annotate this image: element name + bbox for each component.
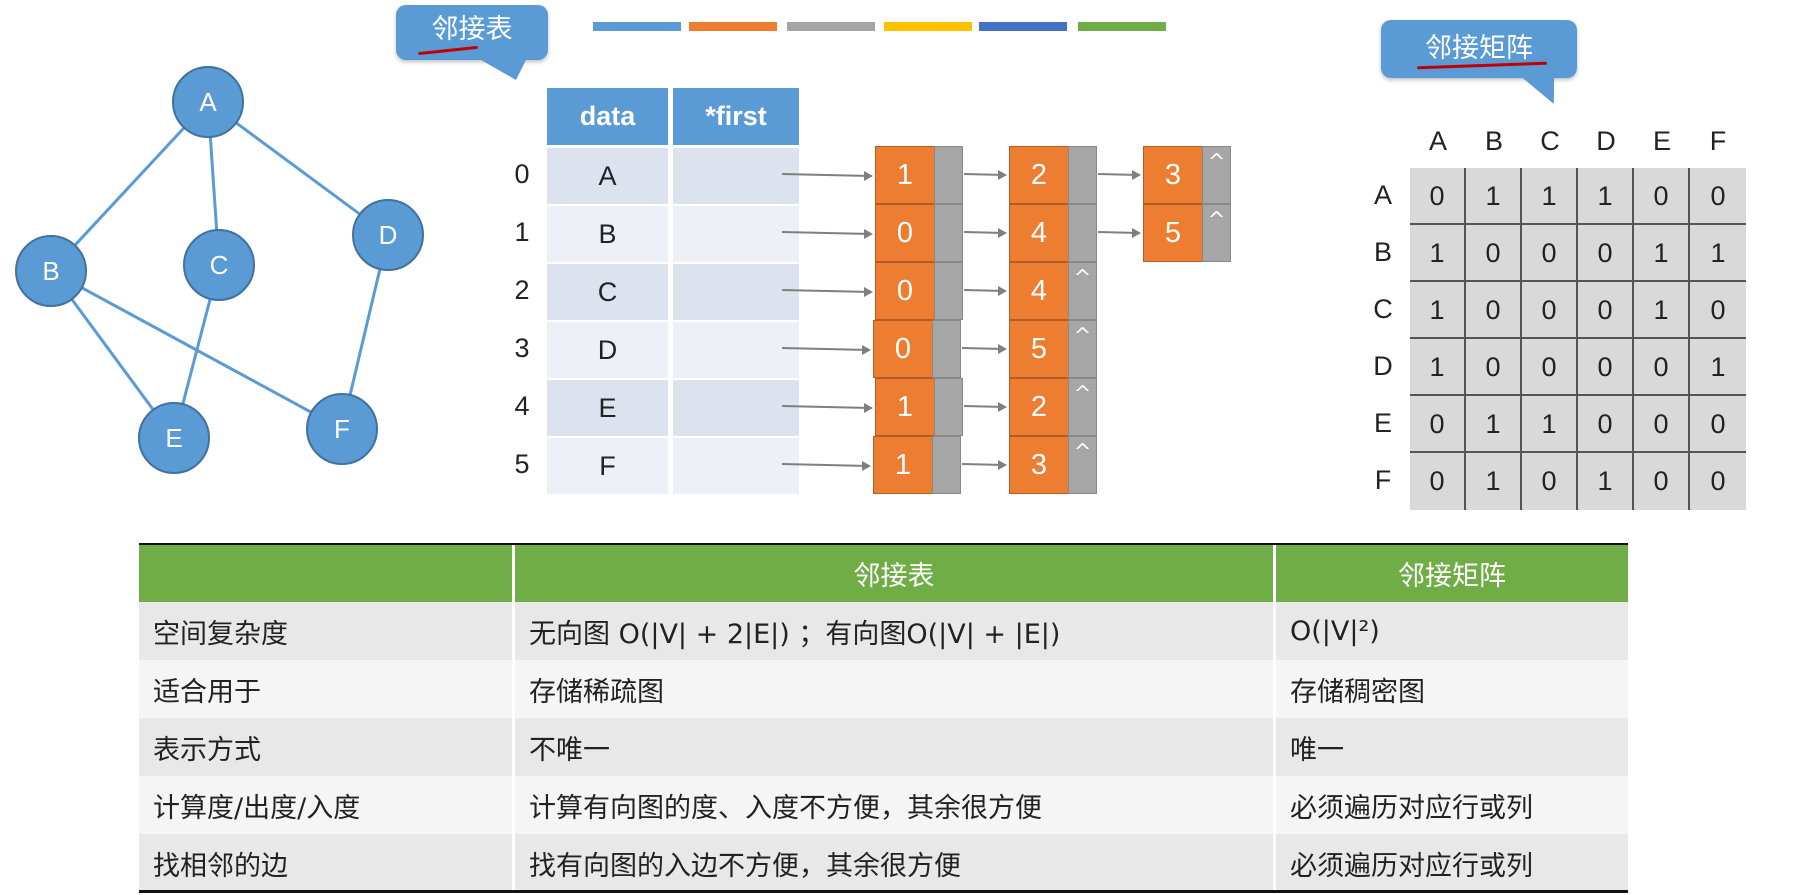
matrix-cell: 0 — [1578, 282, 1634, 339]
pointer-arrow-line — [781, 231, 872, 235]
pointer-arrow-head — [998, 460, 1007, 470]
matrix-column-label: B — [1484, 126, 1503, 156]
pointer-arrow-line — [781, 347, 870, 351]
pointer-arrow-head — [998, 170, 1007, 180]
matrix-column-label: F — [1709, 126, 1727, 156]
matrix-column-label: E — [1652, 126, 1671, 156]
pointer-arrow-head — [998, 344, 1007, 354]
pointer-arrow-head — [862, 461, 871, 471]
pointer-arrow-line — [781, 463, 870, 467]
matrix-cell: 1 — [1466, 396, 1522, 453]
row-label: 计算度/出度/入度 — [139, 776, 515, 834]
adj-list-cell: 无向图 O(|V| + 2|E|) ；有向图O(|V| + |E|) — [513, 602, 1276, 660]
matrix-cell: 0 — [1522, 453, 1578, 510]
pointer-arrow-head — [864, 229, 873, 239]
row-label: 适合用于 — [139, 660, 515, 718]
matrix-cell: 0 — [1410, 396, 1466, 453]
matrix-column-label: A — [1428, 126, 1447, 156]
pointer-arrow-head — [862, 345, 871, 355]
pointer-arrow-head — [864, 171, 873, 181]
matrix-column-label: D — [1596, 126, 1616, 156]
matrix-cell: 0 — [1690, 396, 1746, 453]
matrix-row-label: A — [1373, 180, 1392, 210]
pointer-arrow-line — [781, 173, 872, 177]
matrix-row-label: F — [1374, 465, 1392, 495]
matrix-cell: 1 — [1634, 282, 1690, 339]
matrix-cell: 0 — [1634, 168, 1690, 225]
matrix-cell: 0 — [1690, 453, 1746, 510]
matrix-row-label: E — [1373, 408, 1392, 438]
matrix-row-label: C — [1373, 294, 1393, 324]
pointer-arrow-line — [781, 405, 872, 409]
matrix-cell: 1 — [1690, 339, 1746, 396]
row-label: 找相邻的边 — [139, 834, 515, 892]
matrix-cell: 0 — [1690, 282, 1746, 339]
matrix-row-label: B — [1373, 237, 1392, 267]
matrix-cell: 0 — [1410, 453, 1466, 510]
adj-list-cell: 计算有向图的度、入度不方便，其余很方便 — [513, 776, 1276, 834]
comparison-header-row: 邻接表 邻接矩阵 — [139, 545, 1631, 602]
table-row: 表示方式 不唯一 唯一 — [139, 718, 1631, 776]
matrix-cell: 0 — [1578, 225, 1634, 282]
adj-matrix-cell: 必须遍历对应行或列 — [1274, 834, 1631, 892]
comparison-header-adj-matrix: 邻接矩阵 — [1274, 545, 1631, 602]
adj-list-cell: 找有向图的入边不方便，其余很方便 — [513, 834, 1276, 892]
adj-list-cell: 不唯一 — [513, 718, 1276, 776]
matrix-cell: 0 — [1522, 225, 1578, 282]
pointer-arrow-head — [1132, 170, 1141, 180]
adj-matrix-cell: 存储稠密图 — [1274, 660, 1631, 718]
adj-matrix-cell: O(|V|²) — [1274, 602, 1631, 660]
matrix-cell: 1 — [1578, 453, 1634, 510]
matrix-cell: 0 — [1522, 339, 1578, 396]
matrix-cell: 0 — [1634, 453, 1690, 510]
matrix-cell: 1 — [1578, 168, 1634, 225]
matrix-cell: 0 — [1466, 339, 1522, 396]
comparison-header-adj-list: 邻接表 — [513, 545, 1276, 602]
matrix-row-label: D — [1373, 351, 1393, 381]
matrix-cell: 0 — [1466, 282, 1522, 339]
table-row: 计算度/出度/入度 计算有向图的度、入度不方便，其余很方便 必须遍历对应行或列 — [139, 776, 1631, 834]
pointer-arrow-head — [1132, 228, 1141, 238]
table-bottom-rule — [139, 890, 1628, 893]
adj-list-cell: 存储稀疏图 — [513, 660, 1276, 718]
matrix-cell: 1 — [1410, 339, 1466, 396]
matrix-cell: 1 — [1410, 225, 1466, 282]
comparison-header-empty — [139, 545, 515, 602]
comparison-table: 邻接表 邻接矩阵 空间复杂度 无向图 O(|V| + 2|E|) ；有向图O(|… — [139, 545, 1631, 892]
matrix-cell: 1 — [1522, 168, 1578, 225]
pointer-arrow-head — [998, 286, 1007, 296]
matrix-cell: 1 — [1522, 396, 1578, 453]
pointer-arrow-line — [781, 289, 872, 293]
row-label: 空间复杂度 — [139, 602, 515, 660]
adj-matrix-cell: 唯一 — [1274, 718, 1631, 776]
pointer-arrow-head — [864, 287, 873, 297]
matrix-cell: 0 — [1522, 282, 1578, 339]
adj-matrix-cell: 必须遍历对应行或列 — [1274, 776, 1631, 834]
matrix-cell: 1 — [1466, 168, 1522, 225]
row-label: 表示方式 — [139, 718, 515, 776]
table-row: 适合用于 存储稀疏图 存储稠密图 — [139, 660, 1631, 718]
matrix-column-label: C — [1540, 126, 1560, 156]
matrix-cell: 0 — [1578, 396, 1634, 453]
matrix-cell: 0 — [1690, 168, 1746, 225]
matrix-cell: 0 — [1466, 225, 1522, 282]
matrix-cell: 0 — [1410, 168, 1466, 225]
matrix-cell: 1 — [1690, 225, 1746, 282]
table-row: 找相邻的边 找有向图的入边不方便，其余很方便 必须遍历对应行或列 — [139, 834, 1631, 892]
pointer-arrow-head — [998, 402, 1007, 412]
pointer-arrow-head — [864, 403, 873, 413]
table-row: 空间复杂度 无向图 O(|V| + 2|E|) ；有向图O(|V| + |E|)… — [139, 602, 1631, 660]
matrix-cell: 0 — [1578, 339, 1634, 396]
matrix-cell: 1 — [1466, 453, 1522, 510]
matrix-cell: 1 — [1410, 282, 1466, 339]
matrix-cell: 1 — [1634, 225, 1690, 282]
pointer-arrow-head — [998, 228, 1007, 238]
matrix-cell: 0 — [1634, 339, 1690, 396]
matrix-cell: 0 — [1634, 396, 1690, 453]
